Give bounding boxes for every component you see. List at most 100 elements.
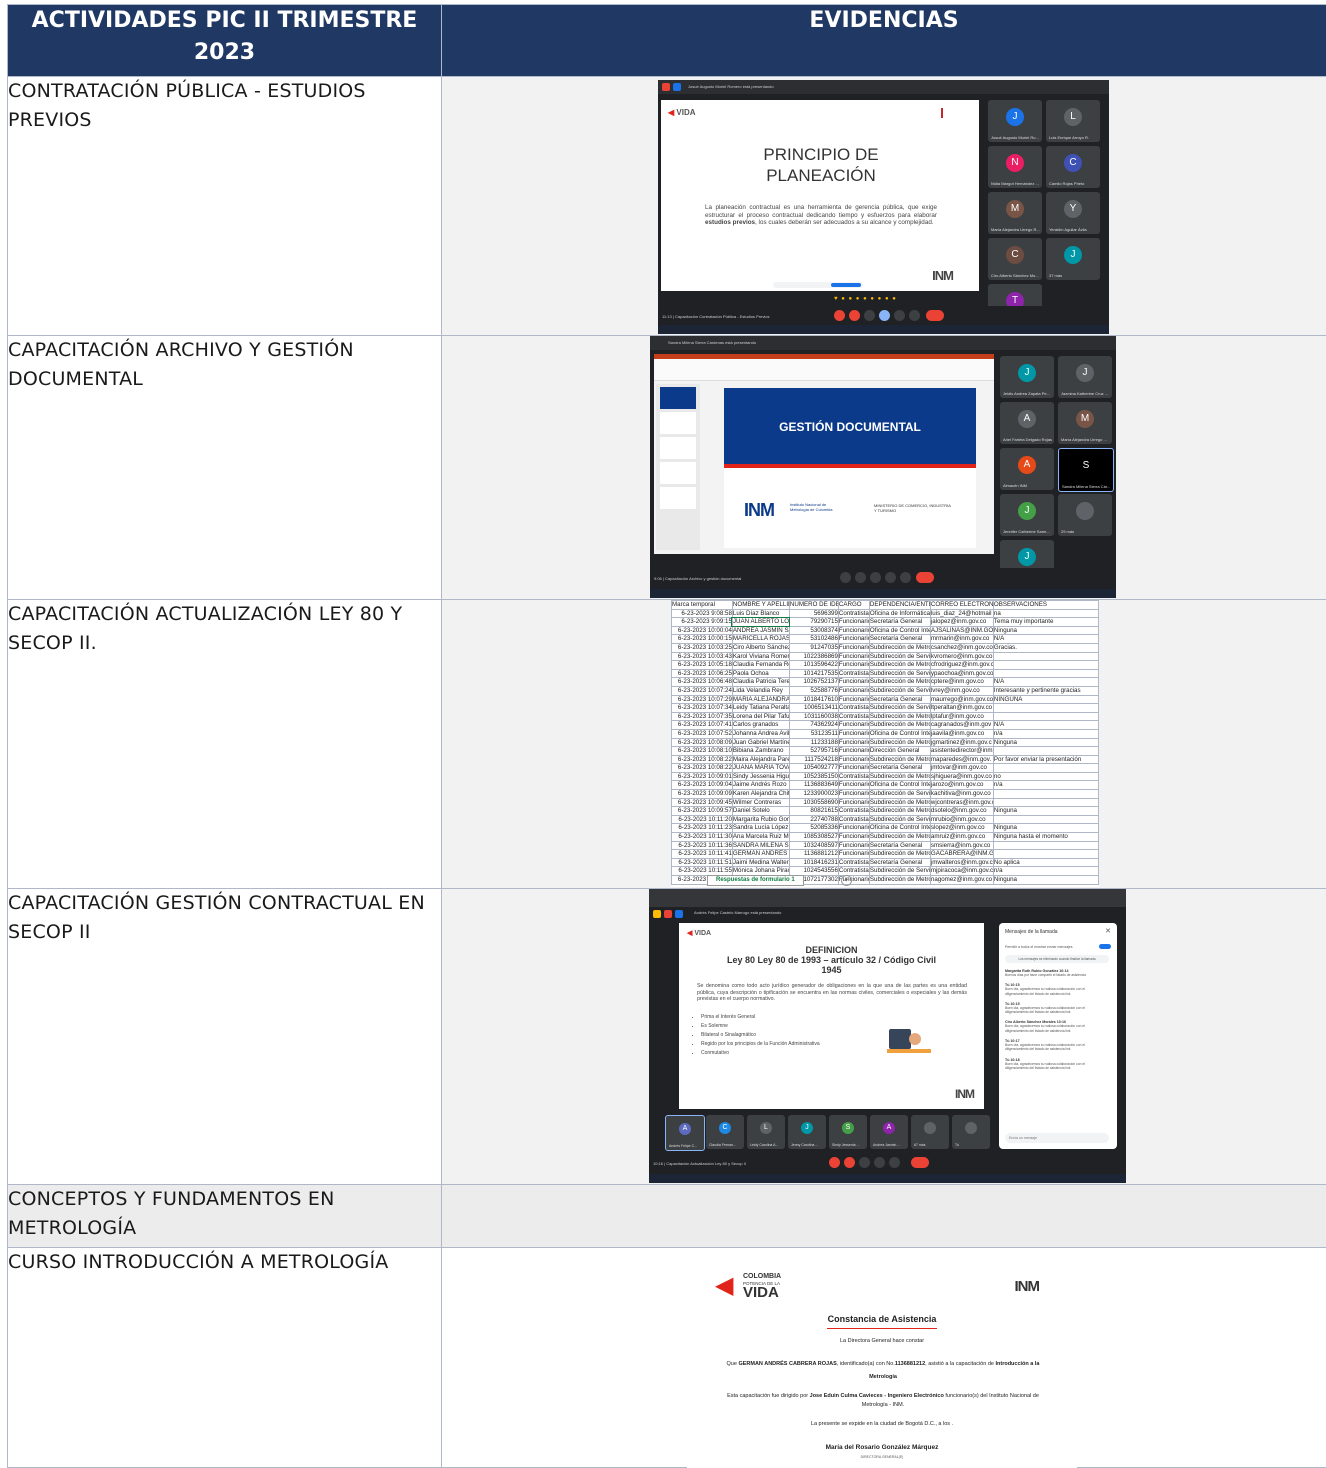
- sheet-cell[interactable]: Funcionario: [838, 635, 869, 644]
- sheet-header-cell[interactable]: CARGO: [838, 601, 869, 610]
- participant-tile[interactable]: SSandra Milena Sierra Cár...: [1058, 448, 1114, 492]
- sheet-cell[interactable]: N/A: [993, 721, 1098, 730]
- hangup-button[interactable]: [926, 310, 944, 321]
- sheet-cell[interactable]: Margarita Rubio Gonzá: [732, 815, 789, 824]
- sheet-cell[interactable]: cptere@inm.gov.co: [930, 678, 993, 687]
- sheet-cell[interactable]: Subdirección de Metro: [869, 798, 930, 807]
- sheet-cell[interactable]: lptafur@inm.gov.co: [930, 712, 993, 721]
- sheet-cell[interactable]: Karen Alejandra Chitiv: [732, 790, 789, 799]
- sheet-cell[interactable]: Dirección General: [869, 747, 930, 756]
- sheet-cell[interactable]: Secretaría General: [869, 635, 930, 644]
- sheet-cell[interactable]: jaavila@inm.gov.co: [930, 729, 993, 738]
- sheet-cell[interactable]: Subdirección de Metro: [869, 721, 930, 730]
- sheet-cell[interactable]: 1026752137: [789, 678, 838, 687]
- sheet-cell[interactable]: 11233188: [789, 738, 838, 747]
- sheet-cell[interactable]: Lida Velandia Rey: [732, 686, 789, 695]
- sheet-cell[interactable]: Subdirección de Metro: [869, 755, 930, 764]
- sheet-cell[interactable]: Funcionario: [838, 686, 869, 695]
- sheet-cell[interactable]: 53102486: [789, 635, 838, 644]
- sheet-cell[interactable]: Subdirección de Metro: [869, 833, 930, 842]
- sheet-cell[interactable]: Funcionario: [838, 695, 869, 704]
- sheet-cell[interactable]: Secretaría General: [869, 764, 930, 773]
- sheet-cell[interactable]: Leidy Tatiana Peraltan: [732, 704, 789, 713]
- sheet-cell[interactable]: 1031160038: [789, 712, 838, 721]
- sheet-cell[interactable]: 74362924: [789, 721, 838, 730]
- participant-tile[interactable]: JJosué Augusto Muriel Ro...: [988, 100, 1042, 142]
- sheet-cell[interactable]: Ninguna: [993, 824, 1098, 833]
- more-button[interactable]: [900, 572, 911, 583]
- sheet-cell[interactable]: kvromero@inm.gov.co: [930, 652, 993, 661]
- sheet-cell[interactable]: 6-23-2023 10:08:10: [672, 747, 733, 756]
- mic-button[interactable]: [840, 572, 851, 583]
- participant-tile[interactable]: JJenny Carolina ...: [788, 1115, 826, 1149]
- sheet-cell[interactable]: 80821615: [789, 807, 838, 816]
- sheet-cell[interactable]: 1136883649: [789, 781, 838, 790]
- participant-tile[interactable]: AAriel Farieta Delgado Rojas: [1000, 402, 1054, 444]
- sheet-header-cell[interactable]: CORREO ELECTRÓN: [930, 601, 993, 610]
- sheet-cell[interactable]: Funcionario: [838, 764, 869, 773]
- sheet-cell[interactable]: 6-23-2023 10:09:45: [672, 798, 733, 807]
- sheet-cell[interactable]: sjhiguera@inm.gov.co: [930, 772, 993, 781]
- sheet-cell[interactable]: Funcionario: [838, 841, 869, 850]
- sheet-cell[interactable]: 1085308527: [789, 833, 838, 842]
- sheet-cell[interactable]: Tema muy importante: [993, 618, 1098, 627]
- sheet-cell[interactable]: Subdirección de Servic: [869, 790, 930, 799]
- sheet-cell[interactable]: [993, 841, 1098, 850]
- sheet-cell[interactable]: Bibiana Zambrano: [732, 747, 789, 756]
- captions-button[interactable]: [859, 1157, 870, 1168]
- sheet-cell[interactable]: 1013596422: [789, 661, 838, 670]
- sheet-cell[interactable]: SANDRA MILENA SIE: [732, 841, 789, 850]
- sheet-cell[interactable]: 6-23-2023 10:09:57: [672, 807, 733, 816]
- sheet-cell[interactable]: 6-23-2023 10:00:15: [672, 635, 733, 644]
- sheet-cell[interactable]: Wilmer Contreras: [732, 798, 789, 807]
- sheet-cell[interactable]: Subdirección de Metro: [869, 850, 930, 859]
- sheet-cell[interactable]: 52588776: [789, 686, 838, 695]
- sheet-cell[interactable]: Contratista: [838, 609, 869, 618]
- sheet-cell[interactable]: Secretaría General: [869, 858, 930, 867]
- sheet-cell[interactable]: csanchez@inm.gov.co: [930, 643, 993, 652]
- sheet-cell[interactable]: Subdirección de Metro: [869, 643, 930, 652]
- sheet-cell[interactable]: 6-23-2023 9:08:58: [672, 609, 733, 618]
- sheet-cell[interactable]: Oficina de Control Inte: [869, 781, 930, 790]
- sheet-cell[interactable]: [993, 798, 1098, 807]
- participant-tile[interactable]: CCiro Alberto Sánchez Mo...: [988, 238, 1042, 280]
- sheet-cell[interactable]: Funcionario: [838, 798, 869, 807]
- sheet-cell[interactable]: GACABRERA@INM.GOV.CO: [930, 850, 993, 859]
- sheet-cell[interactable]: Subdirección de Servic: [869, 686, 930, 695]
- sheet-cell[interactable]: maparedes@inm.gov.: [930, 755, 993, 764]
- hangup-button[interactable]: [911, 1157, 929, 1168]
- participant-tile[interactable]: JJeidis Andrea Zapata Pe...: [1000, 356, 1054, 398]
- participant-tile[interactable]: NNidia Margot Hernández ...: [988, 146, 1042, 188]
- sheet-cell[interactable]: [993, 747, 1098, 756]
- participant-tile[interactable]: CClaudia Fernan...: [706, 1115, 744, 1149]
- sheet-cell[interactable]: 1022386869: [789, 652, 838, 661]
- sheet-cell[interactable]: 6-23-2023 10:05:18: [672, 661, 733, 670]
- sheet-cell[interactable]: n/a: [993, 867, 1098, 876]
- sheet-cell[interactable]: Funcionario: [838, 652, 869, 661]
- sheet-cell[interactable]: 5696399: [789, 609, 838, 618]
- sheet-cell[interactable]: maurrego@inm.gov.co: [930, 695, 993, 704]
- sheet-cell[interactable]: [993, 850, 1098, 859]
- sheet-cell[interactable]: [993, 764, 1098, 773]
- sheet-cell[interactable]: 6-23-2023 10:11:30: [672, 833, 733, 842]
- sheet-cell[interactable]: Subdirección de Servic: [869, 704, 930, 713]
- sheet-cell[interactable]: Jaime Andrés Rozo: [732, 781, 789, 790]
- present-button[interactable]: [879, 310, 890, 321]
- sheet-cell[interactable]: Subdirección de Metro: [869, 712, 930, 721]
- sheet-cell[interactable]: cagranados@inm.gov: [930, 721, 993, 730]
- sheet-cell[interactable]: Secretaría General: [869, 695, 930, 704]
- sheet-cell[interactable]: 6-23-2023 9:09:15: [672, 618, 733, 627]
- sheet-cell[interactable]: Sindy Jessenia Higuer: [732, 772, 789, 781]
- sheet-cell[interactable]: MARIA ALEJANDRA U: [732, 695, 789, 704]
- sheet-cell[interactable]: Subdirección de Metro: [869, 661, 930, 670]
- present-button[interactable]: [874, 1157, 885, 1168]
- sheet-cell[interactable]: Subdirección de Metro: [869, 807, 930, 816]
- sheet-cell[interactable]: Ninguna: [993, 626, 1098, 635]
- sheet-cell[interactable]: Oficina de Control Inte: [869, 729, 930, 738]
- participant-tile[interactable]: AAndrea Jasmin ...: [870, 1115, 908, 1149]
- sheet-cell[interactable]: Paola Ochoa: [732, 669, 789, 678]
- sheet-cell[interactable]: 1018416231: [789, 858, 838, 867]
- sheet-cell[interactable]: Sandra Lucía López P: [732, 824, 789, 833]
- sheet-cell[interactable]: Contratista: [838, 772, 869, 781]
- sheet-header-cell[interactable]: NUMERO DE IDENTIFICA: [789, 601, 838, 610]
